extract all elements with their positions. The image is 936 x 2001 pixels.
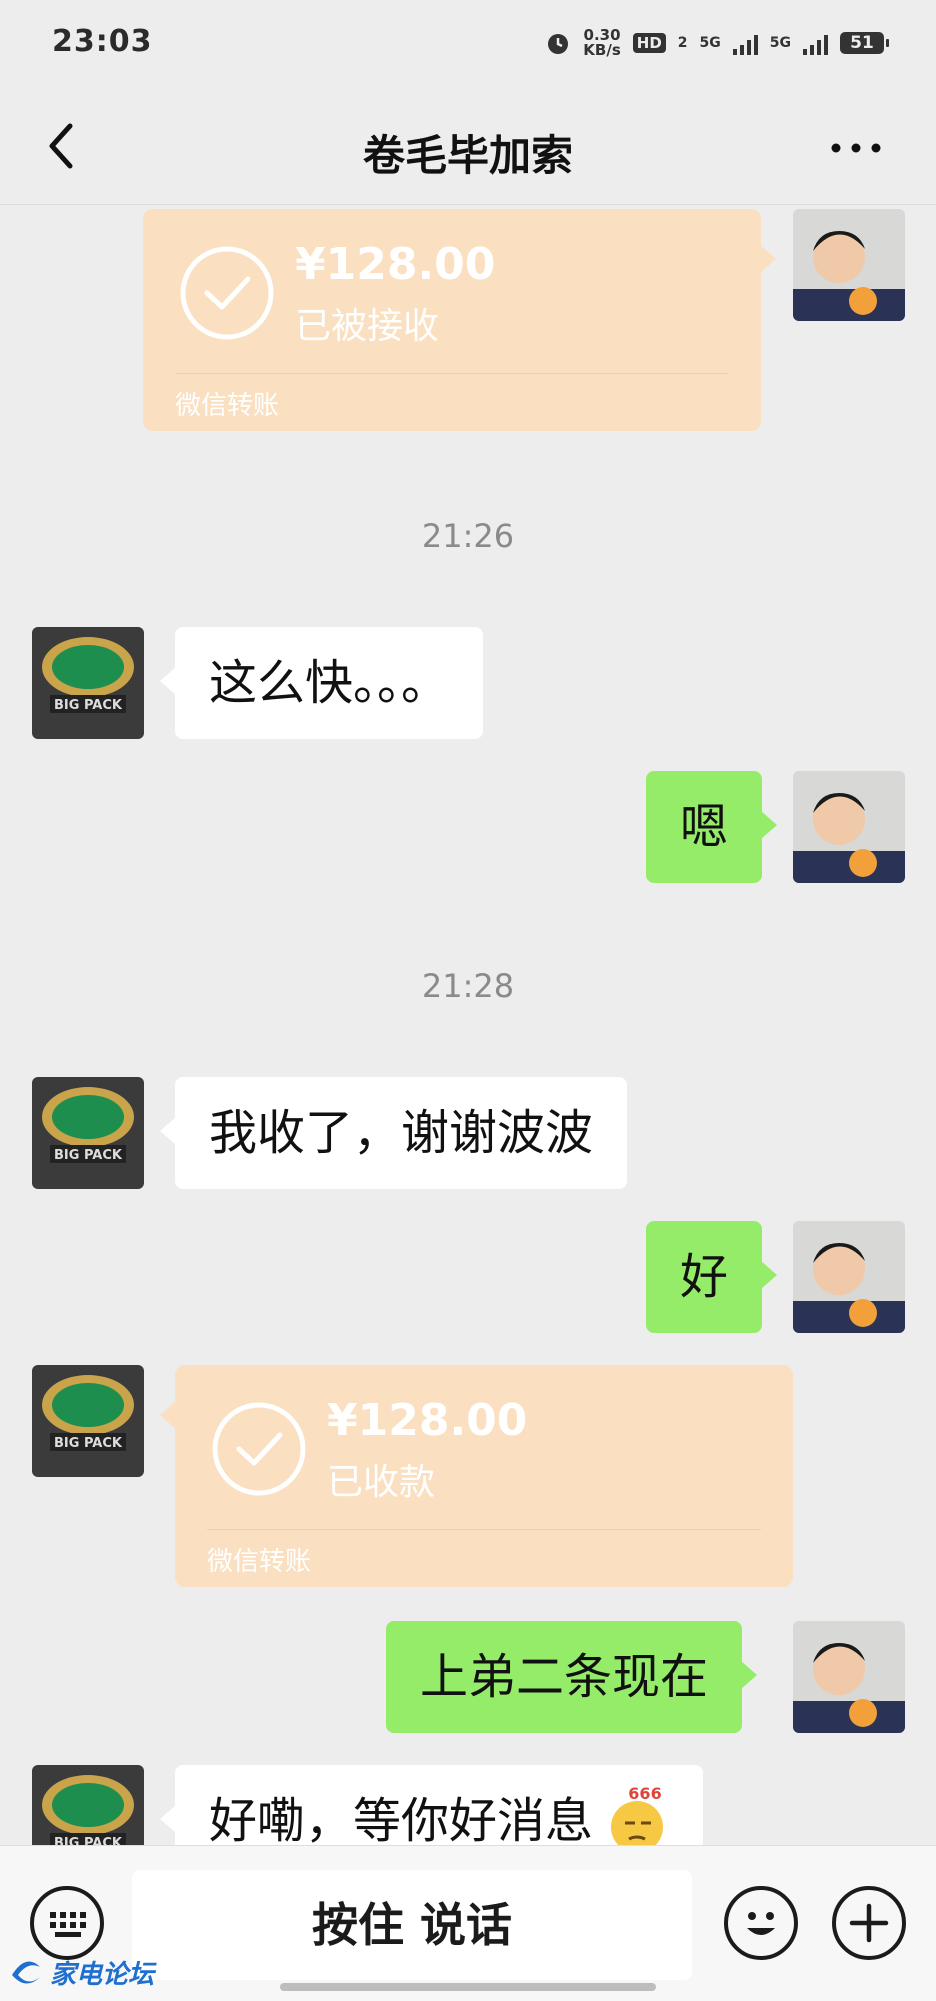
divider [207, 1529, 761, 1530]
watermark-text: 家电论坛 [50, 1959, 155, 1990]
transfer-card-sent[interactable]: ¥128.00 已被接收 微信转账 [143, 209, 776, 431]
watermark-logo-icon [12, 1961, 40, 1984]
transfer-status: 已收款 [327, 1462, 436, 1503]
transfer-label: 微信转账 [207, 1547, 312, 1577]
message-bubble-sent[interactable]: 好 [646, 1221, 778, 1333]
battery-icon: 51 [840, 32, 889, 54]
svg-text:BIG PACK: BIG PACK [54, 1436, 123, 1451]
more-button[interactable] [826, 128, 886, 168]
alarm-icon [548, 34, 569, 54]
svg-text:BIG PACK: BIG PACK [54, 1148, 123, 1163]
chat-title: 卷毛毕加索 [362, 131, 573, 180]
message-bubble-sent[interactable]: 上弟二条现在 [386, 1621, 758, 1733]
more-dots-icon [831, 143, 881, 153]
watermark: 家电论坛 [8, 1952, 154, 1992]
keyboard-toggle-button[interactable] [30, 1886, 104, 1960]
svg-text:BIG PACK: BIG PACK [54, 698, 123, 713]
timestamp: 21:28 [421, 967, 515, 1005]
chat-messages[interactable]: ¥128.00 已被接收 微信转账 21:26 BIG PACK 这么快。。。 … [0, 205, 936, 1845]
message-bubble-received[interactable]: 我收了，谢谢波波 [159, 1077, 628, 1189]
my-avatar[interactable] [793, 209, 905, 321]
svg-text:BIG PACK: BIG PACK [54, 1836, 123, 1845]
emoji-icon [747, 1912, 775, 1935]
emoji-button[interactable] [724, 1886, 798, 1960]
chat-header: 卷毛毕加索 [0, 92, 936, 205]
signal2-icon [803, 31, 828, 55]
emoji-666-icon: 666 [603, 1779, 673, 1845]
status-icons: 0.30 KB/s HD 2 5G 5G 51 [545, 26, 889, 59]
contact-avatar[interactable]: BIG PACK [32, 1365, 144, 1477]
divider [175, 373, 729, 374]
svg-text:666: 666 [628, 1784, 661, 1803]
transfer-amount: ¥128.00 [295, 239, 496, 290]
check-circle-icon [212, 1402, 306, 1496]
status-time: 23:03 [52, 24, 153, 59]
contact-avatar[interactable]: BIG PACK [32, 1765, 144, 1845]
transfer-status: 已被接收 [295, 306, 440, 347]
plus-icon [849, 1903, 889, 1943]
sim1-label: 5G [699, 35, 721, 51]
my-avatar[interactable] [793, 771, 905, 883]
timestamp: 21:26 [421, 517, 515, 555]
more-functions-button[interactable] [832, 1886, 906, 1960]
sim2-label: 5G [769, 35, 791, 51]
message-bubble-received[interactable]: 这么快。。。 [159, 627, 484, 739]
transfer-label: 微信转账 [175, 391, 280, 421]
my-avatar[interactable] [793, 1621, 905, 1733]
signal1-icon [732, 31, 758, 55]
message-text: 好嘞，等你好消息 [209, 1793, 594, 1845]
hd-sub: 2 [677, 35, 688, 51]
message-bubble-sent[interactable]: 嗯 [646, 771, 778, 883]
contact-avatar[interactable]: BIG PACK [32, 1077, 144, 1189]
check-circle-icon [180, 246, 274, 340]
hd-badge: HD [632, 33, 666, 53]
contact-avatar[interactable]: BIG PACK [32, 627, 144, 739]
transfer-amount: ¥128.00 [327, 1395, 528, 1446]
hold-to-talk-button[interactable]: 按住 说话 [132, 1870, 692, 1980]
keyboard-icon [50, 1912, 86, 1937]
message-bubble-received[interactable]: 好嘞，等你好消息 666 [159, 1765, 704, 1845]
transfer-card-received[interactable]: ¥128.00 已收款 微信转账 [160, 1365, 793, 1587]
my-avatar[interactable] [793, 1221, 905, 1333]
status-bar: 23:03 0.30 KB/s HD 2 5G 5G 51 [0, 0, 936, 92]
home-indicator[interactable] [280, 1983, 656, 1991]
net-speed: 0.30 KB/s [583, 26, 621, 59]
